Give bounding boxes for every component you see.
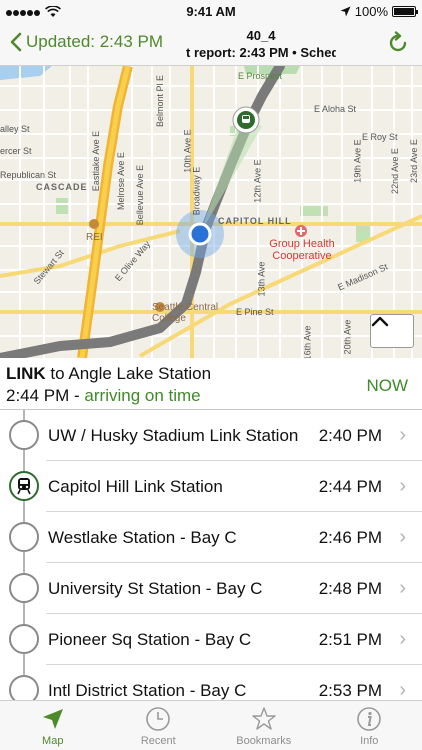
back-label: Updated: 2:43 PM [26,32,164,51]
map-label-group-health: Group Health Cooperative [269,238,335,262]
nav-title-line1: 40_4 [246,28,276,43]
nav-title: 40_4 t report: 2:43 PM • Schedule [186,28,336,60]
tab-info[interactable]: Info [317,701,422,750]
chevron-right-icon: › [399,628,406,650]
map-label-rei: REI [86,232,103,243]
chevron-right-icon: › [399,424,406,446]
chevron-right-icon: › [399,475,406,497]
stop-circle-icon [9,420,39,450]
map-label-pine: E Pine St [236,307,274,317]
arrival-line: 2:44 PM - arriving on time [6,386,201,406]
stop-row-pioneer-sq[interactable]: Pioneer Sq Station - Bay C 2:51 PM › [0,614,422,665]
tab-label: Bookmarks [236,735,292,747]
map-label-twelfth: 12th Ave E [252,159,263,203]
stop-name: Westlake Station - Bay C [48,528,237,547]
map-label-eastlake: Eastlake Ave E [91,130,102,192]
status-bar: 9:41 AM 100% [0,0,422,22]
back-button[interactable]: Updated: 2:43 PM [10,32,163,52]
map-label-broadway: Broadway E [191,166,202,216]
clock-icon [146,707,171,731]
stop-name: Pioneer Sq Station - Bay C [48,630,252,649]
map-label-seattle-central: Seattle Central College [152,302,219,324]
tab-bar: Map Recent Bookmarks Info [0,700,422,750]
map-label-sixteenth: 16th Ave [302,325,313,358]
stop-name: University St Station - Bay C [48,579,263,598]
tab-label: Map [42,735,64,747]
arrival-status: arriving on time [84,386,201,405]
stop-circle-icon [9,522,39,552]
map-label-thirteenth: 13th Ave [256,261,267,297]
trip-header: LINK to Angle Lake Station 2:44 PM - arr… [0,358,422,410]
map-view[interactable]: E Prospect E Aloha St alley St ercer St … [0,66,422,358]
info-icon [357,707,382,731]
map-label-prospect: E Prospect [238,71,283,81]
stop-time: 2:44 PM [318,477,382,496]
tab-label: Recent [140,735,176,747]
status-right: 100% [340,4,418,19]
map-label-cascade: CASCADE [36,182,88,192]
map-label-belmont: Belmont Pl E [155,74,166,128]
stop-row-university-st[interactable]: University St Station - Bay C 2:48 PM › [0,563,422,614]
stop-time: 2:53 PM [318,681,382,700]
stop-list: UW / Husky Stadium Link Station 2:40 PM … [0,410,422,700]
stop-row-capitol-hill[interactable]: Capitol Hill Link Station 2:44 PM › [0,461,422,512]
map-label-nineteenth: 19th Ave E [352,139,363,183]
stop-name: Intl District Station - Bay C [48,681,247,700]
arrival-time: 2:44 PM - [6,386,85,405]
stop-time: 2:48 PM [318,579,382,598]
nav-title-line2: t report: 2:43 PM • Schedule [186,45,336,60]
stop-time: 2:46 PM [318,528,382,547]
chevron-left-icon [10,32,22,52]
tab-label: Info [360,735,379,747]
location-arrow-icon [340,6,351,17]
nav-bar: Updated: 2:43 PM 40_4 t report: 2:43 PM … [0,22,422,66]
stop-name: UW / Husky Stadium Link Station [48,426,299,445]
stop-row-westlake[interactable]: Westlake Station - Bay C 2:46 PM › [0,512,422,563]
navigation-arrow-icon [42,709,63,729]
route-destination: to Angle Lake Station [45,364,212,383]
map-label-roy: E Roy St [362,132,398,142]
eta-now-label: NOW [366,376,408,395]
stop-row-uw[interactable]: UW / Husky Stadium Link Station 2:40 PM … [0,410,422,461]
map-label-capitol-hill: CAPITOL HILL [218,216,292,226]
stop-time: 2:40 PM [318,426,382,445]
map-label-republican: Republican St [0,170,57,180]
current-stop-train-icon [9,471,39,501]
stop-circle-icon [9,624,39,654]
stop-name: Capitol Hill Link Station [48,477,223,496]
map-label-bellevue: Bellevue Ave E [135,164,146,226]
battery-icon [392,6,418,17]
stop-circle-icon [9,675,39,700]
map-label-twentythird: 23rd Ave E [408,139,419,183]
route-name: LINK [6,364,46,383]
map-label-valley: alley St [0,124,30,134]
stop-circle-icon [9,573,39,603]
chevron-right-icon: › [399,679,406,700]
battery-percent: 100% [354,4,388,19]
map-label-melrose: Melrose Ave E [115,152,126,210]
map-expand-button[interactable] [370,314,414,348]
map-label-aloha: E Aloha St [314,104,357,114]
tab-bookmarks[interactable]: Bookmarks [211,701,317,750]
tab-recent[interactable]: Recent [106,701,212,750]
chevron-right-icon: › [399,526,406,548]
map-label-mercer: ercer St [0,146,32,156]
map-label-twentieth: 20th Ave [342,319,353,355]
tab-map[interactable]: Map [0,701,106,750]
star-icon [252,707,276,730]
refresh-icon[interactable] [386,31,410,55]
chevron-up-icon [371,316,389,327]
chevron-right-icon: › [399,577,406,599]
map-label-twentysecond: 22nd Ave E [389,148,400,194]
stop-row-intl-district[interactable]: Intl District Station - Bay C 2:53 PM › [0,665,422,700]
stop-time: 2:51 PM [318,630,382,649]
route-line: LINK to Angle Lake Station [6,364,211,384]
map-label-tenth: 10th Ave E [182,129,193,173]
